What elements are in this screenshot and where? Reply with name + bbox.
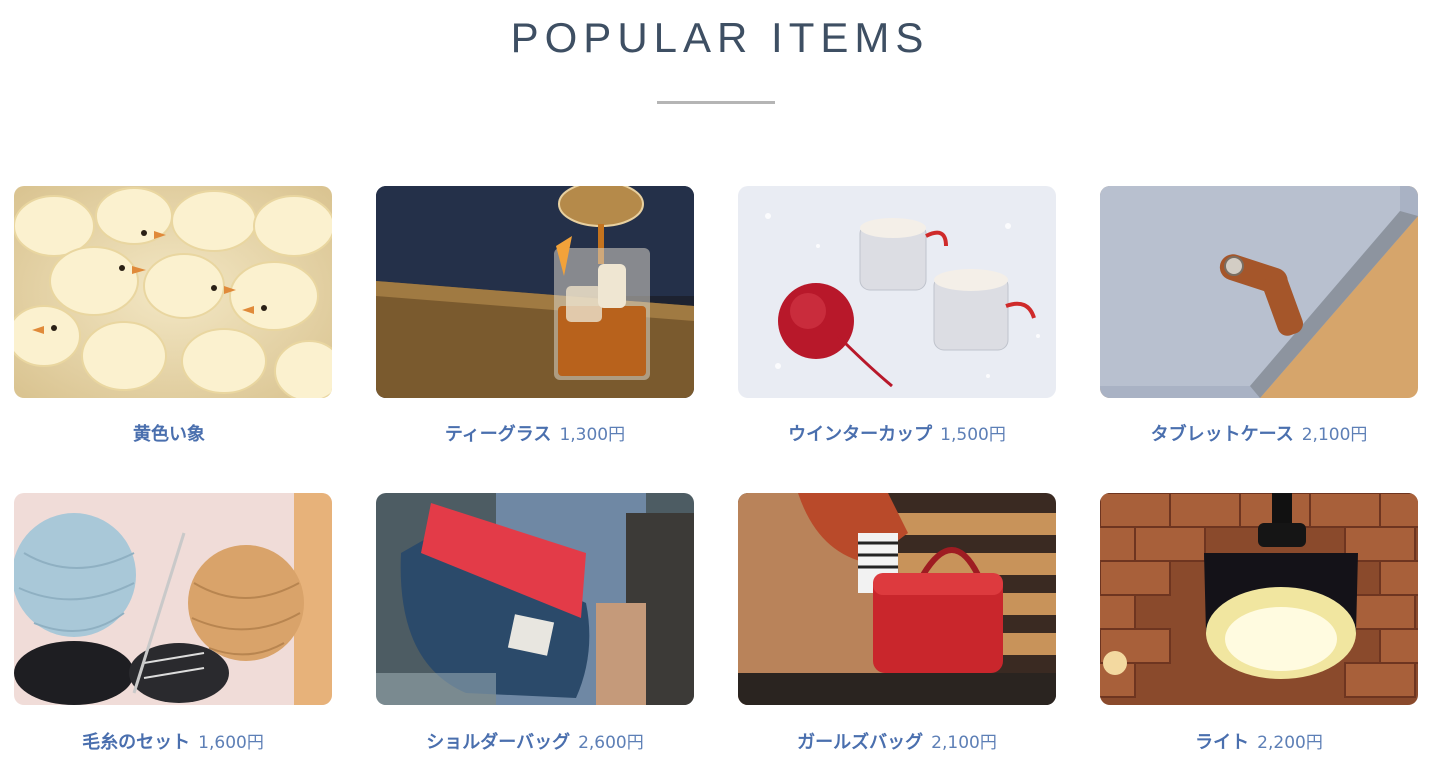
product-name[interactable]: ウインターカップ <box>788 424 932 445</box>
pendant-lamp-photo[interactable] <box>1100 493 1418 705</box>
product-price: 1,500円 <box>940 425 1006 445</box>
product-card[interactable]: 毛糸のセット 1,600円 <box>14 493 332 754</box>
product-caption: タブレットケース 2,100円 <box>1100 420 1418 446</box>
product-price: 2,200円 <box>1257 733 1323 753</box>
product-price: 2,100円 <box>931 733 997 753</box>
product-name[interactable]: 毛糸のセット <box>82 732 190 753</box>
product-caption: 毛糸のセット 1,600円 <box>14 728 332 754</box>
product-card[interactable]: ティーグラス 1,300円 <box>376 186 694 446</box>
shoulder-bag-photo[interactable] <box>376 493 694 705</box>
product-card[interactable]: ライト 2,200円 <box>1100 493 1418 754</box>
winter-cups-photo[interactable] <box>738 186 1056 398</box>
product-price: 1,300円 <box>559 425 626 445</box>
product-price: 2,100円 <box>1301 425 1368 445</box>
product-caption: ライト 2,200円 <box>1100 728 1418 754</box>
product-price: 1,600円 <box>198 733 264 753</box>
product-card[interactable]: ウインターカップ 1,500円 <box>738 186 1056 446</box>
product-price: 2,600円 <box>578 733 644 753</box>
product-caption: ショルダーバッグ 2,600円 <box>376 728 694 754</box>
tablet-case-photo[interactable] <box>1100 186 1418 398</box>
product-card[interactable]: ガールズバッグ 2,100円 <box>738 493 1056 754</box>
yarn-photo[interactable] <box>14 493 332 705</box>
product-caption: ガールズバッグ 2,100円 <box>738 728 1056 754</box>
product-name[interactable]: 黄色い象 <box>133 424 205 445</box>
product-card[interactable]: 黄色い象 <box>14 186 332 446</box>
product-card[interactable]: ショルダーバッグ 2,600円 <box>376 493 694 754</box>
product-caption: ウインターカップ 1,500円 <box>738 420 1056 446</box>
product-card[interactable]: タブレットケース 2,100円 <box>1100 186 1418 446</box>
product-name[interactable]: ティーグラス <box>445 424 552 445</box>
product-name[interactable]: ショルダーバッグ <box>426 732 570 753</box>
product-caption: 黄色い象 <box>14 420 332 446</box>
product-name[interactable]: タブレットケース <box>1151 424 1294 445</box>
red-handbag-photo[interactable] <box>738 493 1056 705</box>
product-grid: 黄色い象 ティーグラス 1,300円 ウインターカップ 1,500円 タブレット… <box>0 0 1440 762</box>
product-name[interactable]: ライト <box>1195 732 1249 753</box>
product-name[interactable]: ガールズバッグ <box>797 732 923 753</box>
whisky-glass-photo[interactable] <box>376 186 694 398</box>
product-caption: ティーグラス 1,300円 <box>376 420 694 446</box>
chicks-photo[interactable] <box>14 186 332 398</box>
